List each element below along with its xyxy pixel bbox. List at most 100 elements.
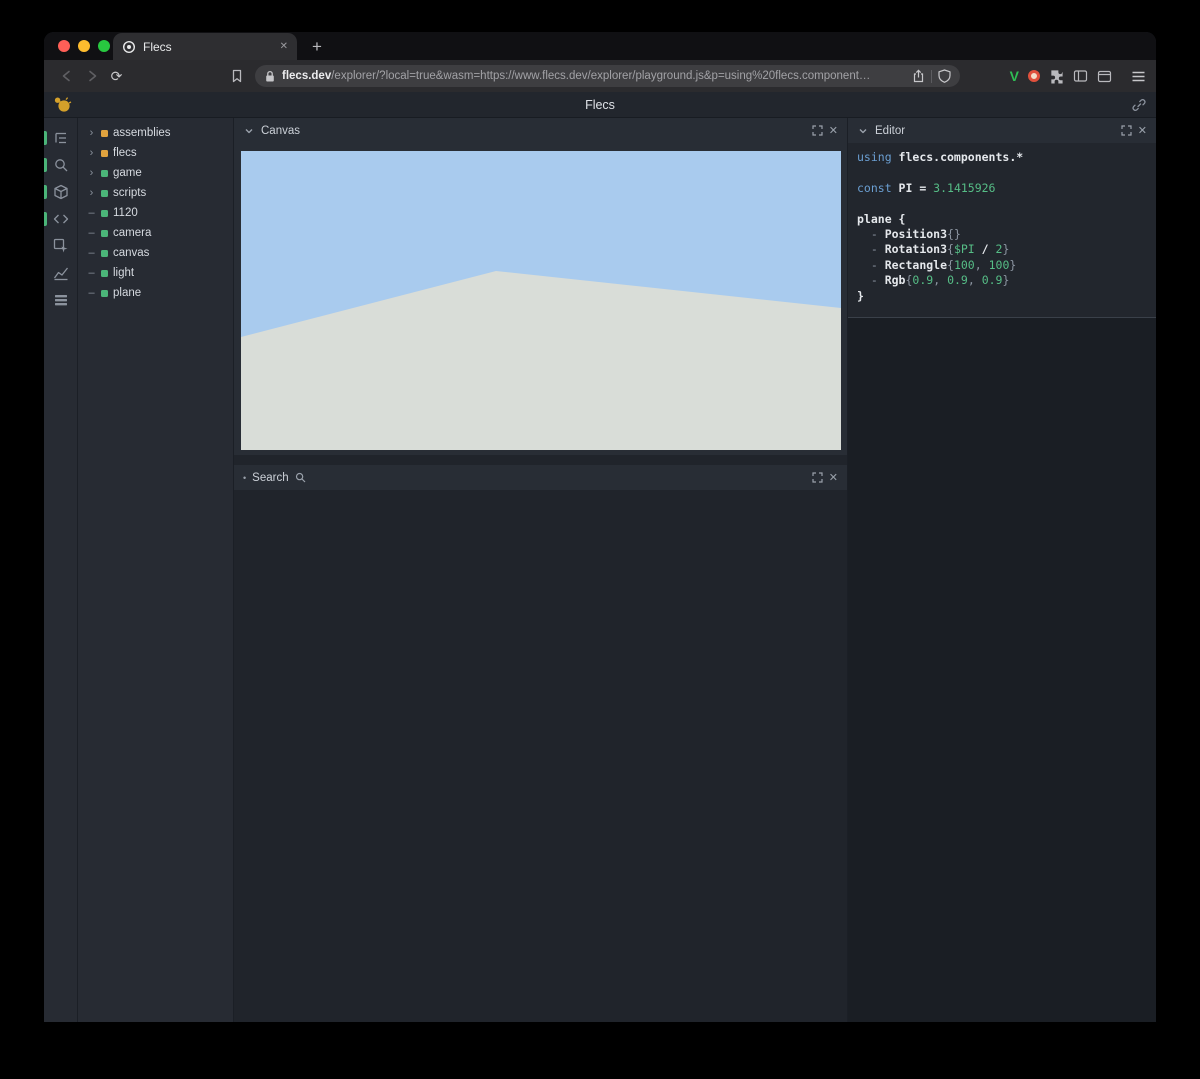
extension-v-button[interactable]: V (1010, 68, 1019, 84)
code-line: const PI = 3.1415926 (857, 181, 1147, 196)
code-line: - Position3{} (857, 227, 1147, 242)
canvas-panel-title: Canvas (261, 125, 300, 137)
leaf-dash-icon: – (87, 203, 96, 223)
hamburger-menu-icon (1131, 70, 1146, 83)
editor-close-button[interactable]: ✕ (1138, 124, 1147, 137)
code-line: plane { (857, 212, 1147, 227)
canvas-close-button[interactable]: ✕ (829, 124, 838, 137)
reload-icon: ⟳ (111, 68, 123, 85)
editor-panel: Editor ✕ using flecs.components.* const … (847, 118, 1156, 1022)
canvas-3d-view[interactable] (234, 143, 847, 455)
tree-item-canvas[interactable]: –canvas (78, 243, 233, 263)
tab-close-icon[interactable]: ✕ (280, 41, 288, 52)
entity-color-square (101, 170, 108, 177)
tab-strip: Flecs ✕ + (44, 32, 1156, 60)
url-bar[interactable]: flecs.dev/explorer/?local=true&wasm=http… (255, 65, 960, 87)
app-body: ›assemblies›flecs›game›scripts–1120–came… (44, 118, 1156, 1022)
back-button[interactable] (54, 64, 79, 88)
script-panel-button[interactable] (53, 211, 69, 227)
center-column: Canvas ✕ • (233, 118, 847, 1022)
sidebar-toggle-button[interactable] (1073, 69, 1088, 83)
tree-item-light[interactable]: –light (78, 263, 233, 283)
entity-color-square (101, 230, 108, 237)
chevron-down-icon[interactable] (243, 125, 255, 137)
wallet-button[interactable] (1097, 70, 1112, 83)
browser-tab-flecs[interactable]: Flecs ✕ (113, 33, 297, 60)
extension-icons: V (1010, 68, 1146, 84)
expand-icon (812, 472, 823, 483)
link-icon (1132, 98, 1146, 112)
code-icon (53, 211, 69, 227)
tree-item-label: 1120 (113, 207, 138, 219)
hierarchy-icon (53, 130, 69, 146)
share-button[interactable] (912, 69, 925, 83)
share-link-button[interactable] (1132, 98, 1146, 112)
center-empty-area (234, 490, 847, 1022)
new-tab-button[interactable]: + (312, 38, 322, 55)
entities-panel-button[interactable] (53, 184, 69, 200)
window-minimize-button[interactable] (78, 40, 90, 52)
leaf-dash-icon: – (87, 263, 96, 283)
puzzle-icon (1049, 69, 1064, 84)
search-panel-title[interactable]: Search (252, 472, 288, 484)
magnifier-icon (295, 472, 306, 483)
extensions-button[interactable] (1049, 69, 1064, 84)
browser-menu-button[interactable] (1131, 70, 1146, 83)
tree-item-game[interactable]: › game (78, 163, 233, 183)
tree-item-label: game (113, 167, 142, 179)
url-host: flecs.dev (282, 70, 331, 82)
chevron-down-icon[interactable] (857, 125, 869, 137)
entity-color-square (101, 290, 108, 297)
expand-chevron-icon[interactable]: › (87, 183, 96, 203)
code-line: - Rgb{0.9, 0.9, 0.9} (857, 273, 1147, 288)
extension-record-button[interactable] (1028, 70, 1040, 82)
tree-item-plane[interactable]: –plane (78, 283, 233, 303)
tree-item-scripts[interactable]: ›scripts (78, 183, 233, 203)
back-arrow-icon (59, 68, 75, 84)
flecs-explorer-app: Flecs (44, 92, 1156, 1022)
code-lines[interactable]: using flecs.components.* const PI = 3.14… (848, 143, 1156, 318)
editor-panel-title: Editor (875, 125, 905, 137)
tree-panel-button[interactable] (53, 130, 69, 146)
search-expand-button[interactable] (812, 472, 823, 483)
stats-panel-button[interactable] (53, 265, 69, 281)
forward-arrow-icon (84, 68, 100, 84)
window-close-button[interactable] (58, 40, 70, 52)
inspect-panel-button[interactable] (53, 238, 69, 254)
search-close-button[interactable]: ✕ (829, 471, 838, 484)
brave-shield-button[interactable] (938, 69, 951, 83)
active-indicator (44, 131, 47, 145)
tree-item-camera[interactable]: –camera (78, 223, 233, 243)
entity-color-square (101, 210, 108, 217)
editor-expand-button[interactable] (1121, 125, 1132, 136)
code-line (857, 196, 1147, 211)
url-path: /explorer/?local=true&wasm=https://www.f… (331, 70, 870, 82)
code-line: } (857, 289, 1147, 304)
tab-title: Flecs (143, 40, 273, 54)
tree-item-assemblies[interactable]: ›assemblies (78, 123, 233, 143)
query-panel-button[interactable] (53, 157, 69, 173)
flecs-logo-icon[interactable] (53, 95, 72, 114)
window-zoom-button[interactable] (98, 40, 110, 52)
tables-panel-button[interactable] (53, 292, 69, 308)
tree-item-1120[interactable]: – 1120 (78, 203, 233, 223)
sidebar-icon (1073, 69, 1088, 83)
expand-chevron-icon[interactable]: › (87, 123, 96, 143)
reload-button[interactable]: ⟳ (104, 64, 129, 88)
leaf-dash-icon: – (87, 243, 96, 263)
entity-color-square (101, 270, 108, 277)
icon-rail (44, 118, 77, 1022)
tab-favicon-icon (122, 40, 136, 54)
browser-toolbar: ⟳ flecs.dev/explorer/?local=true&wasm=ht… (44, 60, 1156, 92)
canvas-expand-button[interactable] (812, 125, 823, 136)
tree-item-flecs[interactable]: ›flecs (78, 143, 233, 163)
code-line: - Rectangle{100, 100} (857, 258, 1147, 273)
expand-chevron-icon[interactable]: › (87, 143, 96, 163)
inspect-cursor-icon (53, 238, 69, 254)
drag-dot-icon: • (243, 473, 246, 483)
expand-chevron-icon[interactable]: › (87, 163, 96, 183)
shield-icon (938, 69, 951, 83)
forward-button[interactable] (79, 64, 104, 88)
app-title: Flecs (44, 98, 1156, 112)
bookmark-button[interactable] (224, 64, 249, 88)
